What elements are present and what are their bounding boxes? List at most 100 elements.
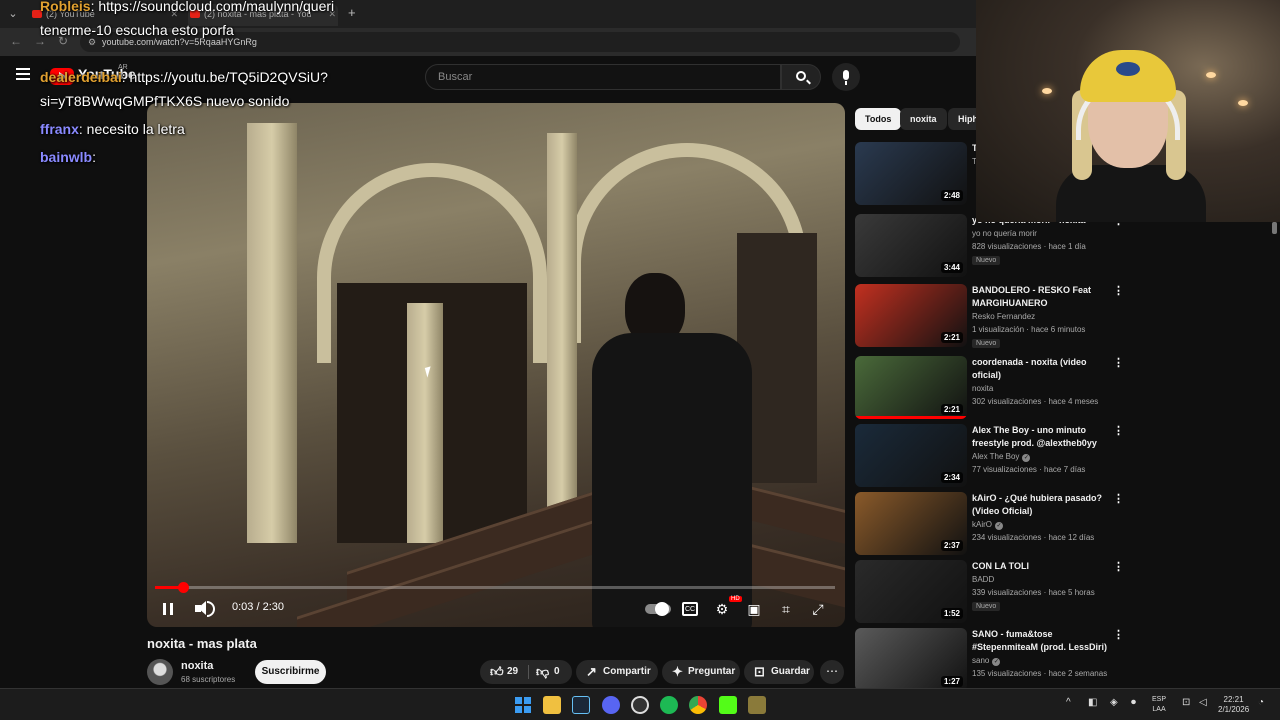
search-button[interactable]	[781, 64, 821, 90]
volume-tray-icon[interactable]: ◁	[1199, 697, 1207, 708]
recommendation-thumbnail[interactable]: 3:44	[855, 214, 967, 277]
tray-chevron-icon[interactable]: ^	[1066, 697, 1071, 708]
like-thumb-icon[interactable]: 👍︎	[490, 660, 504, 684]
new-tab-icon[interactable]: +	[348, 5, 356, 20]
subscribe-button[interactable]: Suscribirme	[255, 660, 326, 684]
recommendation-thumbnail[interactable]: 2:21	[855, 356, 967, 419]
more-actions-icon[interactable]: ⋮	[1113, 492, 1124, 505]
video-title: noxita - mas plata	[147, 636, 257, 651]
recommendation-channel[interactable]: sano ✓	[972, 656, 1001, 666]
search-input[interactable]: Buscar	[425, 64, 781, 90]
miniplayer-icon[interactable]: ▣	[745, 600, 763, 618]
ask-label: Preguntar	[688, 666, 736, 677]
recommendation-thumbnail[interactable]: 2:34	[855, 424, 967, 487]
recommendation-thumbnail[interactable]: 1:52	[855, 560, 967, 623]
chrome-icon[interactable]	[689, 696, 707, 714]
autoplay-toggle[interactable]	[645, 602, 671, 616]
recommendation-thumbnail[interactable]: 1:27	[855, 628, 967, 691]
cast-icon[interactable]: ⌗	[777, 600, 795, 618]
steam-icon[interactable]	[572, 696, 590, 714]
more-actions-icon[interactable]: ⋮	[1113, 560, 1124, 573]
recommendation-channel[interactable]: Alex The Boy ✓	[972, 452, 1031, 462]
channel-name[interactable]: noxita	[181, 660, 213, 672]
duration-badge: 1:27	[940, 676, 963, 687]
chat-username[interactable]: Robleis	[40, 0, 91, 14]
tray-mic-icon[interactable]: ⏺	[1131, 697, 1136, 708]
beanie-logo	[1116, 62, 1140, 76]
game-icon[interactable]	[748, 696, 766, 714]
recommendation-thumbnail[interactable]: 2:48	[855, 142, 967, 205]
recommendation-channel[interactable]: noxita	[972, 384, 993, 393]
recommendation-title[interactable]: coordenada - noxita (video oficial)	[972, 356, 1112, 382]
clock[interactable]: 22:21 2/1/2026	[1218, 695, 1249, 715]
recommendation-title[interactable]: BANDOLERO - RESKO Feat MARGIHUANERO	[972, 284, 1112, 310]
more-actions-icon[interactable]: ⋮	[1113, 424, 1124, 437]
verified-check-icon: ✓	[995, 522, 1003, 530]
recommendation-channel[interactable]: yo no quería morir	[972, 229, 1037, 238]
watched-progress-bar	[855, 416, 967, 419]
chip-noxita[interactable]: noxita	[900, 108, 947, 130]
tab-search-chevron-icon[interactable]: ⌄	[4, 5, 22, 23]
voice-search-mic-icon[interactable]	[832, 63, 860, 91]
streamer-webcam	[976, 0, 1280, 222]
channel-avatar[interactable]	[147, 659, 173, 685]
chat-text: : https://youtu.be/TQ5iD2QVSiU?	[121, 69, 328, 85]
recommendation-channel[interactable]: Resko Fernandez	[972, 312, 1035, 321]
windows-start-icon[interactable]	[515, 697, 531, 713]
new-badge: Nuevo	[972, 256, 1001, 265]
chat-username[interactable]: ffranx	[40, 121, 79, 137]
chip-hiphop[interactable]: Hiph	[948, 108, 976, 130]
save-button[interactable]: ⊡ Guardar	[744, 660, 814, 684]
channel-text: yo no quería morir	[972, 229, 1037, 238]
video-progress-track[interactable]	[155, 586, 835, 589]
duration-badge: 2:21	[940, 332, 963, 343]
kick-icon[interactable]	[719, 696, 737, 714]
video-time: 0:03 / 2:30	[232, 601, 284, 613]
ceiling-light	[1238, 100, 1248, 106]
chip-todos[interactable]: Todos	[855, 108, 902, 130]
discord-icon[interactable]	[602, 696, 620, 714]
hd-badge: HD	[729, 596, 742, 602]
more-actions-icon[interactable]: ⋮	[1113, 628, 1124, 641]
tray-shield-icon[interactable]: ◈	[1110, 697, 1118, 708]
spotify-icon[interactable]	[660, 696, 678, 714]
back-arrow-icon[interactable]: ←	[10, 34, 22, 48]
dislike-count[interactable]: 0	[554, 660, 560, 684]
share-button[interactable]: ↗ Compartir	[576, 660, 658, 684]
fullscreen-icon[interactable]: ⤢	[809, 600, 827, 618]
ask-button[interactable]: ✦ Preguntar	[662, 660, 740, 684]
recommendation-title[interactable]: Alex The Boy - uno minuto freestyle prod…	[972, 424, 1112, 450]
chat-username[interactable]: bainwlb	[40, 149, 92, 165]
settings-gear-icon[interactable]: ⚙	[713, 600, 731, 618]
church-pillar	[247, 123, 297, 543]
dislike-thumb-icon[interactable]: 👎︎	[536, 660, 549, 684]
notification-bell-icon[interactable]: ◔	[1258, 697, 1264, 708]
more-actions-icon[interactable]: ⋮	[1113, 356, 1124, 369]
recommendation-title[interactable]: SANO - fuma&tose #StepenmiteaM (prod. Le…	[972, 628, 1112, 654]
file-explorer-icon[interactable]	[543, 696, 561, 714]
recommendation-channel[interactable]: BADD	[972, 575, 994, 584]
volume-icon[interactable]	[195, 601, 206, 615]
video-controls: 0:03 / 2:30 CC ⚙ HD ▣ ⌗ ⤢	[147, 591, 845, 627]
recommendation-title[interactable]: kAirO - ¿Qué hubiera pasado? (Video Ofic…	[972, 492, 1112, 518]
recommendation-channel[interactable]: kAirO ✓	[972, 520, 1003, 530]
like-count[interactable]: 29	[507, 660, 518, 684]
subtitles-icon[interactable]: CC	[682, 602, 698, 616]
more-actions-icon[interactable]: ⋮	[1113, 284, 1124, 297]
obs-icon[interactable]	[631, 696, 649, 714]
chat-text: : https://soundcloud.com/maulynn/queri	[90, 0, 335, 14]
recommendation-meta: 828 visualizaciones · hace 1 día	[972, 242, 1086, 251]
hamburger-menu-icon[interactable]	[16, 68, 30, 80]
language-indicator[interactable]: ESP LAA	[1152, 695, 1166, 715]
more-options-icon[interactable]: ⋯	[820, 660, 844, 684]
wifi-icon[interactable]: ⊡	[1182, 697, 1190, 708]
chat-username[interactable]: dealerdeibai	[40, 69, 122, 85]
tray-app-icon[interactable]: ◧	[1088, 697, 1097, 708]
recommendation-thumbnail[interactable]: 2:37	[855, 492, 967, 555]
recommendation-thumbnail[interactable]: 2:21	[855, 284, 967, 347]
recommendation-meta: 339 visualizaciones · hace 5 horas	[972, 588, 1095, 597]
video-player[interactable]: 0:03 / 2:30 CC ⚙ HD ▣ ⌗ ⤢	[147, 103, 845, 627]
pause-icon[interactable]	[163, 603, 173, 615]
recommendation-title[interactable]: CON LA TOLI	[972, 560, 1112, 573]
sidebar-scrollbar[interactable]	[1272, 222, 1277, 234]
